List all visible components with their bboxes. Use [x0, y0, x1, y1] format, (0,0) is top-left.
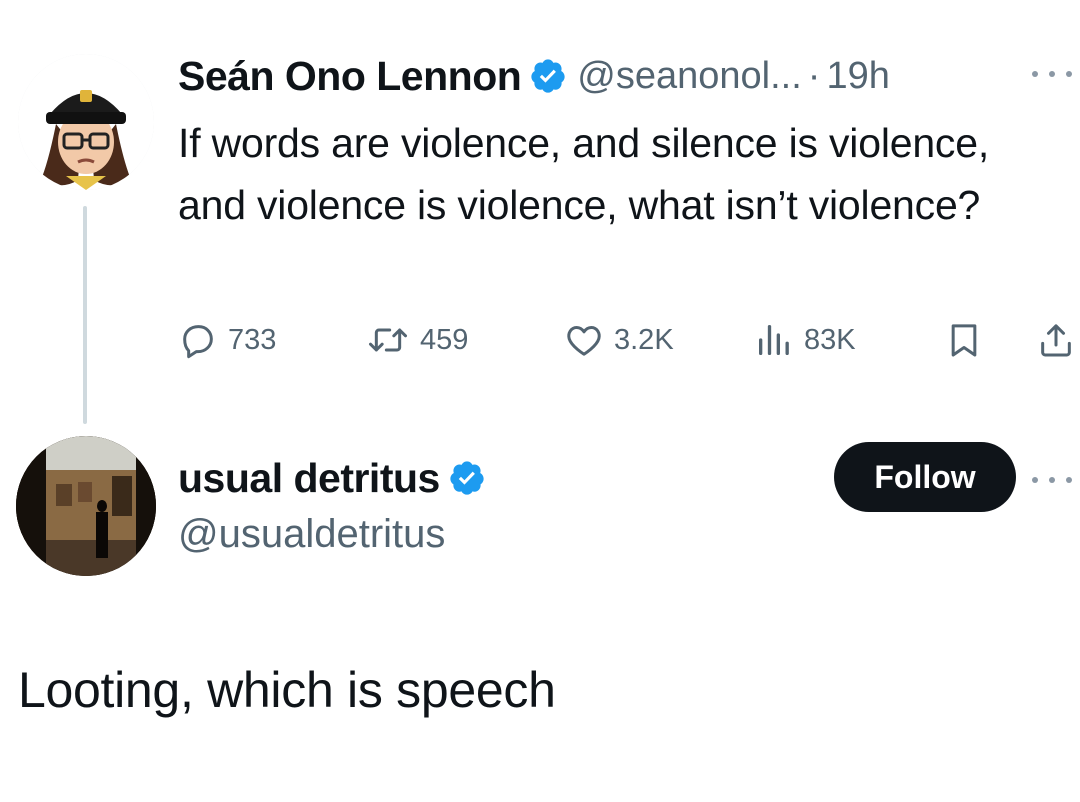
- follow-button[interactable]: Follow: [834, 442, 1016, 512]
- repost-count: 459: [420, 323, 469, 356]
- reply-author-name[interactable]: usual detritus: [178, 455, 440, 502]
- reply-count: 733: [228, 323, 277, 356]
- bookmark-icon: [951, 324, 977, 357]
- thread-connector-line: [83, 206, 87, 424]
- museum-gallery-avatar-image: [16, 436, 156, 576]
- more-options-icon[interactable]: [1032, 64, 1072, 84]
- tweet-text: If words are violence, and silence is vi…: [178, 120, 990, 228]
- verified-badge-icon: [450, 461, 484, 495]
- author-avatar[interactable]: [18, 54, 154, 190]
- reply-icon: [183, 325, 213, 359]
- tweet-actions-bar: 733 459 3.2K 83K: [178, 318, 1078, 362]
- tweet-header: Seán Ono Lennon @seanonol... · 19h: [178, 50, 890, 102]
- like-count: 3.2K: [614, 323, 674, 356]
- more-options-icon[interactable]: [1032, 470, 1072, 490]
- views-icon: [759, 325, 789, 355]
- separator-dot: ·: [807, 54, 821, 97]
- reply-author-avatar[interactable]: [16, 436, 156, 576]
- views-button[interactable]: 83K: [754, 318, 856, 362]
- reply-author-handle[interactable]: @usualdetritus: [178, 512, 445, 557]
- verified-badge-icon: [531, 59, 565, 93]
- like-button[interactable]: 3.2K: [564, 318, 674, 362]
- reply-text: Looting, which is speech: [18, 662, 556, 718]
- reply-header: usual detritus: [178, 452, 496, 504]
- reply-button[interactable]: 733: [178, 318, 276, 362]
- repost-button[interactable]: 459: [366, 318, 468, 362]
- author-name[interactable]: Seán Ono Lennon: [178, 53, 522, 100]
- like-icon: [567, 326, 601, 356]
- bitmoji-avatar-image: [18, 54, 154, 190]
- share-icon: [1041, 324, 1071, 357]
- author-handle[interactable]: @seanonol...: [577, 55, 802, 98]
- share-button[interactable]: [1036, 318, 1076, 362]
- repost-icon: [369, 328, 407, 352]
- views-count: 83K: [804, 323, 856, 356]
- tweet-timestamp[interactable]: 19h: [826, 55, 889, 98]
- bookmark-button[interactable]: [944, 318, 984, 362]
